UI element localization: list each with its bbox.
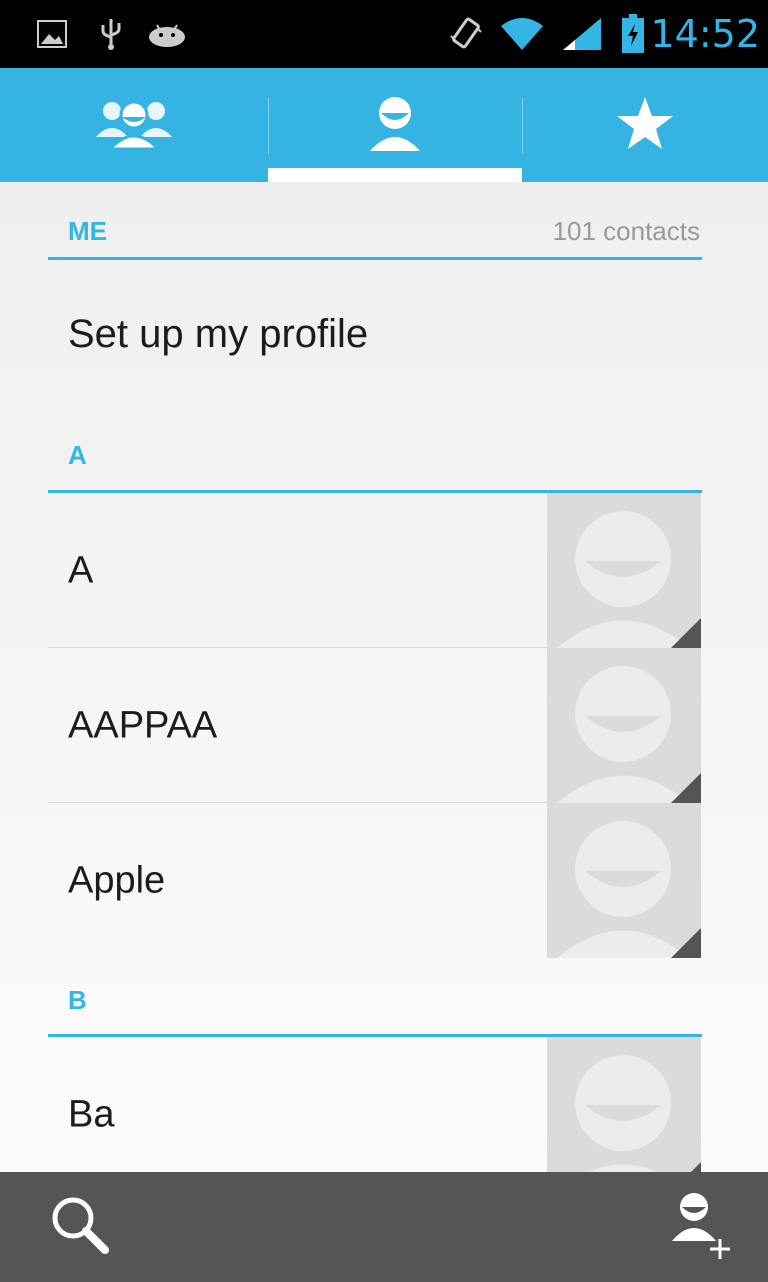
search-icon [49, 1194, 111, 1261]
contact-name: Ba [68, 1093, 115, 1135]
contact-avatar[interactable] [547, 803, 701, 958]
battery-charging-icon [620, 0, 646, 68]
setup-profile-item[interactable]: Set up my profile [68, 312, 368, 357]
tab-bar [0, 68, 768, 182]
section-label: ME [68, 216, 107, 246]
contact-count: 101 contacts [552, 216, 700, 246]
contact-name: A [68, 549, 94, 591]
search-button[interactable] [30, 1172, 130, 1282]
section-letter: B [68, 985, 87, 1015]
groups-icon [92, 97, 176, 154]
bottom-action-bar [0, 1172, 768, 1282]
contact-list[interactable]: ME 101 contacts Set up my profile A A AA… [0, 182, 768, 1172]
contact-avatar[interactable] [547, 1037, 701, 1172]
vibrate-icon [446, 0, 486, 68]
image-notification-icon [34, 0, 70, 68]
android-debug-icon [146, 0, 188, 68]
contact-name: AAPPAA [68, 704, 218, 746]
contact-name: Apple [68, 859, 166, 901]
status-time: 14:52 [650, 12, 760, 56]
selected-tab-indicator [268, 168, 522, 182]
status-bar: 14:52 [0, 0, 768, 68]
add-contact-button[interactable] [650, 1172, 750, 1282]
signal-icon [560, 0, 604, 68]
tab-all-contacts[interactable] [268, 68, 522, 182]
contact-avatar[interactable] [547, 648, 701, 803]
contact-avatar[interactable] [547, 493, 701, 648]
usb-icon [96, 0, 126, 68]
section-divider [48, 257, 702, 260]
tab-groups[interactable] [0, 68, 268, 182]
person-icon [368, 95, 422, 156]
tab-favorites[interactable] [522, 68, 768, 182]
star-icon [615, 95, 675, 156]
add-contact-icon [668, 1189, 732, 1266]
wifi-icon [498, 0, 546, 68]
section-letter: A [68, 440, 87, 470]
